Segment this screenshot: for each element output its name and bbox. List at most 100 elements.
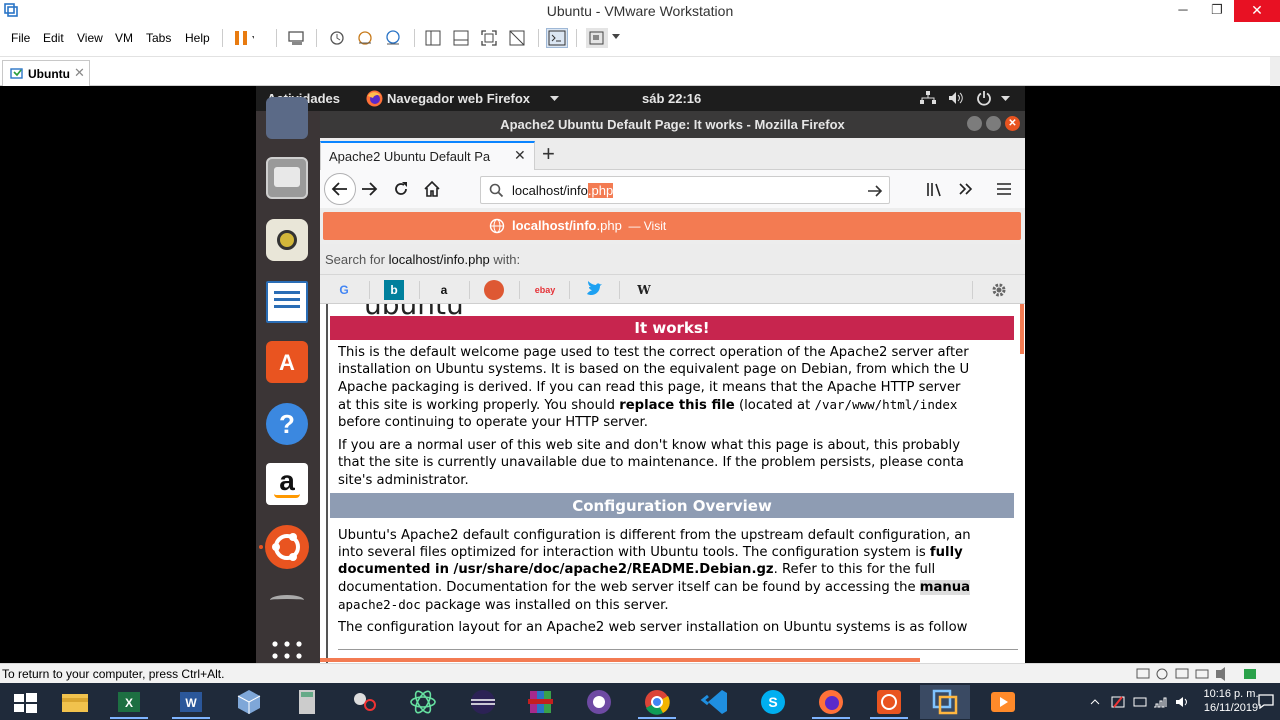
chevron-down-icon[interactable]: [612, 34, 620, 40]
fullscreen-icon[interactable]: [478, 28, 500, 48]
close-tab-icon[interactable]: ✕: [514, 147, 526, 164]
reload-button[interactable]: [392, 180, 410, 198]
close-button[interactable]: ✕: [1005, 116, 1020, 131]
thumbnail-bar-icon[interactable]: [450, 28, 472, 48]
atom-icon[interactable]: [398, 685, 448, 719]
configuration-overview-header: Configuration Overview: [330, 493, 1014, 518]
calculator-icon[interactable]: [282, 685, 332, 719]
menu-file[interactable]: File: [11, 31, 30, 45]
horizontal-scrollbar[interactable]: [320, 658, 920, 662]
system-tray-icons[interactable]: [1088, 694, 1192, 710]
status-device-icons: [1136, 667, 1260, 681]
send-ctrl-alt-del-icon[interactable]: [286, 28, 308, 48]
eclipse-icon[interactable]: [458, 685, 508, 719]
close-button[interactable]: ✕: [1234, 0, 1280, 22]
vscode-icon[interactable]: [690, 685, 740, 719]
file-explorer-icon[interactable]: [50, 685, 100, 719]
power-icon[interactable]: [976, 90, 992, 106]
back-button[interactable]: [324, 173, 356, 205]
menu-edit[interactable]: Edit: [43, 31, 64, 45]
rhythmbox-icon[interactable]: [266, 219, 308, 261]
bing-engine-icon[interactable]: b: [384, 280, 404, 300]
unity-mode-icon[interactable]: [506, 28, 528, 48]
p2-line3: site's administrator.: [338, 473, 469, 488]
snipping-tool-icon[interactable]: [340, 685, 390, 719]
ebay-engine-icon[interactable]: ebay: [532, 280, 558, 300]
ubuntu-vm-icon[interactable]: [864, 685, 914, 719]
url-bar[interactable]: localhost/info.php: [480, 176, 890, 204]
google-engine-icon[interactable]: G: [334, 280, 354, 300]
search-icon: [489, 183, 504, 198]
go-arrow-icon[interactable]: [867, 183, 883, 199]
files-icon[interactable]: [266, 157, 308, 199]
home-button[interactable]: [423, 180, 441, 198]
ubuntu-desktop[interactable]: Actividades Navegador web Firefox sáb 22…: [256, 86, 1025, 663]
menu-tabs[interactable]: Tabs: [146, 31, 171, 45]
amazon-icon[interactable]: a: [266, 463, 308, 505]
tab-ubuntu[interactable]: Ubuntu ✕: [2, 60, 90, 86]
revert-snapshot-icon[interactable]: [354, 28, 376, 48]
sidebar-toggle-icon[interactable]: [422, 28, 444, 48]
overflow-menu-icon[interactable]: [958, 181, 974, 197]
windows-start-icon[interactable]: [0, 685, 50, 719]
excel-icon[interactable]: X: [104, 685, 154, 719]
firefox-navigation-bar: localhost/info.php: [320, 170, 1025, 208]
show-applications-icon[interactable]: [272, 641, 302, 663]
snapshot-manager-icon[interactable]: [382, 28, 404, 48]
library-icon[interactable]: [926, 181, 944, 197]
tab-apache-default-page[interactable]: Apache2 Ubuntu Default Pa ✕: [320, 141, 535, 170]
url-typed-text: localhost/info: [512, 183, 588, 198]
console-view-icon[interactable]: [546, 28, 568, 48]
maximize-button[interactable]: [986, 116, 1001, 131]
app-menu[interactable]: Navegador web Firefox: [387, 91, 530, 106]
vmware-scrollbar[interactable]: [1270, 57, 1280, 87]
hamburger-menu-icon[interactable]: [996, 182, 1012, 196]
mail-icon[interactable]: [266, 97, 308, 139]
wikipedia-engine-icon[interactable]: W: [634, 280, 654, 300]
github-desktop-icon[interactable]: [574, 685, 624, 719]
close-tab-icon[interactable]: ✕: [74, 65, 85, 81]
gear-icon[interactable]: [990, 281, 1008, 299]
url-input[interactable]: localhost/info.php: [512, 183, 614, 198]
chrome-icon[interactable]: [632, 685, 682, 719]
stretch-guest-icon[interactable]: [586, 28, 608, 48]
ubuntu-logo-icon[interactable]: [265, 525, 309, 569]
chevron-down-icon[interactable]: [550, 96, 559, 102]
help-icon[interactable]: ?: [266, 403, 308, 445]
virtualbox-icon[interactable]: [224, 685, 274, 719]
top-bar-clock[interactable]: sáb 22:16: [642, 91, 701, 106]
duckduckgo-engine-icon[interactable]: [484, 280, 504, 300]
skype-icon[interactable]: S: [748, 685, 798, 719]
taskbar-clock[interactable]: 10:16 p. m. 16/11/2019: [1196, 687, 1266, 715]
chevron-down-icon[interactable]: [1001, 96, 1010, 102]
new-tab-button[interactable]: +: [542, 143, 555, 165]
vmware-workstation-icon[interactable]: [920, 685, 970, 719]
pause-icon[interactable]: [232, 28, 254, 48]
twitter-engine-icon[interactable]: [584, 280, 604, 300]
manual-link[interactable]: manua: [919, 580, 971, 595]
menu-help[interactable]: Help: [185, 31, 210, 45]
volume-icon[interactable]: [948, 91, 964, 105]
network-icon[interactable]: [920, 91, 936, 105]
p3-line2-bold: fully: [929, 545, 963, 560]
minimize-button[interactable]: ─: [1166, 0, 1200, 22]
web-page-content[interactable]: ubuntu It works! This is the default wel…: [320, 304, 1025, 663]
url-suggestion-visit[interactable]: localhost/info.php — Visit: [323, 212, 1021, 240]
word-icon[interactable]: W: [166, 685, 216, 719]
trash-icon[interactable]: [266, 587, 308, 629]
menu-view[interactable]: View: [77, 31, 103, 45]
vertical-scrollbar[interactable]: [1020, 304, 1024, 354]
media-player-icon[interactable]: [978, 685, 1028, 719]
snapshot-icon[interactable]: [326, 28, 348, 48]
winrar-icon[interactable]: [516, 685, 566, 719]
maximize-button[interactable]: ❐: [1200, 0, 1234, 22]
menu-vm[interactable]: VM: [115, 31, 133, 45]
software-center-icon[interactable]: A: [266, 341, 308, 383]
libreoffice-writer-icon[interactable]: [266, 281, 308, 323]
forward-button[interactable]: [360, 180, 378, 198]
notifications-icon[interactable]: [1258, 693, 1274, 709]
amazon-engine-icon[interactable]: a: [434, 280, 454, 300]
minimize-button[interactable]: [967, 116, 982, 131]
p1-line4-c: (located at: [734, 398, 815, 413]
firefox-icon[interactable]: [806, 685, 856, 719]
